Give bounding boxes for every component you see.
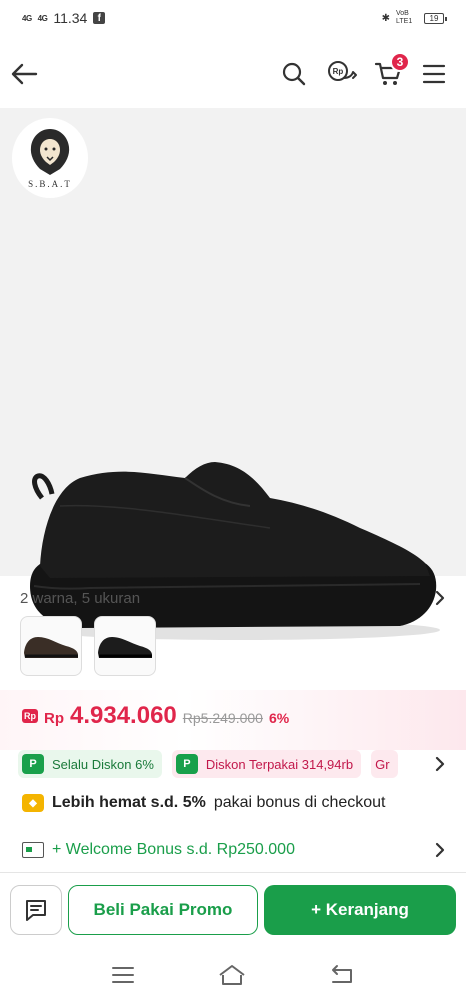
original-price: Rp5.249.000 — [182, 710, 263, 726]
variant-summary: 2 warna, 5 ukuran — [20, 589, 141, 607]
bonus-highlight: Lebih hemat s.d. 5% — [52, 794, 206, 811]
variant-thumbnail[interactable] — [94, 616, 156, 676]
promo-badge-icon: P — [175, 754, 198, 774]
search-icon — [282, 62, 306, 86]
status-right: ✱ VoB LTE1 19 — [381, 10, 447, 26]
arrow-left-icon — [11, 63, 38, 85]
shoe-thumbnail-icon — [24, 637, 78, 658]
promo-chip-label: Gr — [375, 756, 390, 772]
status-left: 4G 4G 11.34 f — [22, 10, 106, 26]
card-icon — [22, 842, 44, 858]
bonus-info-row: ◆ Lebih hemat s.d. 5% pakai bonus di che… — [22, 794, 385, 812]
facebook-icon: f — [93, 12, 106, 24]
variant-thumbnail[interactable] — [20, 616, 82, 676]
status-bar: 4G 4G 11.34 f ✱ VoB LTE1 19 — [0, 0, 466, 36]
buy-with-promo-button[interactable]: Beli Pakai Promo — [68, 885, 258, 935]
signal-indicator-1: 4G — [22, 13, 32, 23]
menu-button[interactable] — [416, 56, 452, 92]
svg-text:Rp: Rp — [333, 67, 344, 76]
promo-chip-label: Diskon Terpakai 314,94rb — [205, 756, 354, 772]
home-icon[interactable] — [217, 963, 247, 987]
promo-badge-icon: P — [22, 754, 44, 774]
cart-button[interactable]: 3 — [370, 52, 410, 92]
chevron-right-icon — [435, 842, 445, 858]
price-tag-icon: Rp — [22, 709, 38, 723]
promo-chip[interactable]: P Selalu Diskon 6% — [18, 750, 162, 778]
current-price: 4.934.060 — [70, 702, 177, 729]
price-row: Rp Rp 4.934.060 Rp5.249.000 6% — [22, 702, 289, 730]
back-button[interactable] — [6, 56, 42, 92]
welcome-bonus-row[interactable]: + Welcome Bonus s.d. Rp250.000 — [0, 830, 466, 870]
chat-icon — [26, 900, 46, 921]
bottom-action-bar: Beli Pakai Promo + Keranjang — [0, 872, 466, 948]
back-nav-icon[interactable] — [329, 964, 355, 986]
chat-button[interactable] — [10, 885, 62, 935]
paylater-button[interactable]: Rp — [324, 56, 360, 92]
lion-logo-icon — [30, 129, 70, 175]
cart-count-badge: 3 — [390, 52, 410, 72]
signal-indicator-2: 4G — [37, 13, 48, 23]
promo-chips-row: P Selalu Diskon 6% P Diskon Terpakai 314… — [0, 748, 466, 780]
chevron-right-icon[interactable] — [434, 756, 446, 772]
price-currency: Rp — [44, 710, 64, 727]
clock: 11.34 — [53, 10, 88, 26]
coin-icon: ◆ — [22, 794, 44, 812]
add-to-cart-button[interactable]: + Keranjang — [264, 885, 456, 935]
bluetooth-icon: ✱ — [381, 12, 390, 24]
variant-selector-row[interactable]: 2 warna, 5 ukuran — [0, 578, 466, 618]
variant-thumbnails — [20, 616, 156, 676]
hamburger-menu-icon — [422, 64, 446, 84]
chevron-right-icon — [435, 590, 445, 606]
promo-chip[interactable]: P Diskon Terpakai 314,94rb — [171, 750, 362, 778]
promo-chip[interactable]: Gr — [371, 750, 398, 778]
welcome-bonus-label: + Welcome Bonus s.d. Rp250.000 — [52, 841, 295, 858]
payment-chat-icon: Rp — [328, 61, 357, 81]
battery-icon: 19 — [424, 12, 447, 24]
welcome-bonus-left: + Welcome Bonus s.d. Rp250.000 — [22, 841, 295, 859]
app-header: Rp 3 — [0, 46, 466, 102]
shoe-thumbnail-icon — [98, 637, 152, 658]
search-button[interactable] — [276, 56, 312, 92]
promo-chip-label: Selalu Diskon 6% — [52, 756, 154, 772]
brand-name: S.B.A.T — [28, 179, 72, 189]
volte-indicator: VoB LTE1 — [396, 10, 413, 25]
product-image[interactable]: S.B.A.T — [0, 108, 466, 640]
brand-logo: S.B.A.T — [12, 118, 88, 198]
system-nav-bar — [0, 950, 466, 1000]
recent-apps-icon[interactable] — [111, 965, 135, 985]
bonus-text: pakai bonus di checkout — [213, 794, 386, 811]
discount-percent: 6% — [268, 710, 290, 726]
